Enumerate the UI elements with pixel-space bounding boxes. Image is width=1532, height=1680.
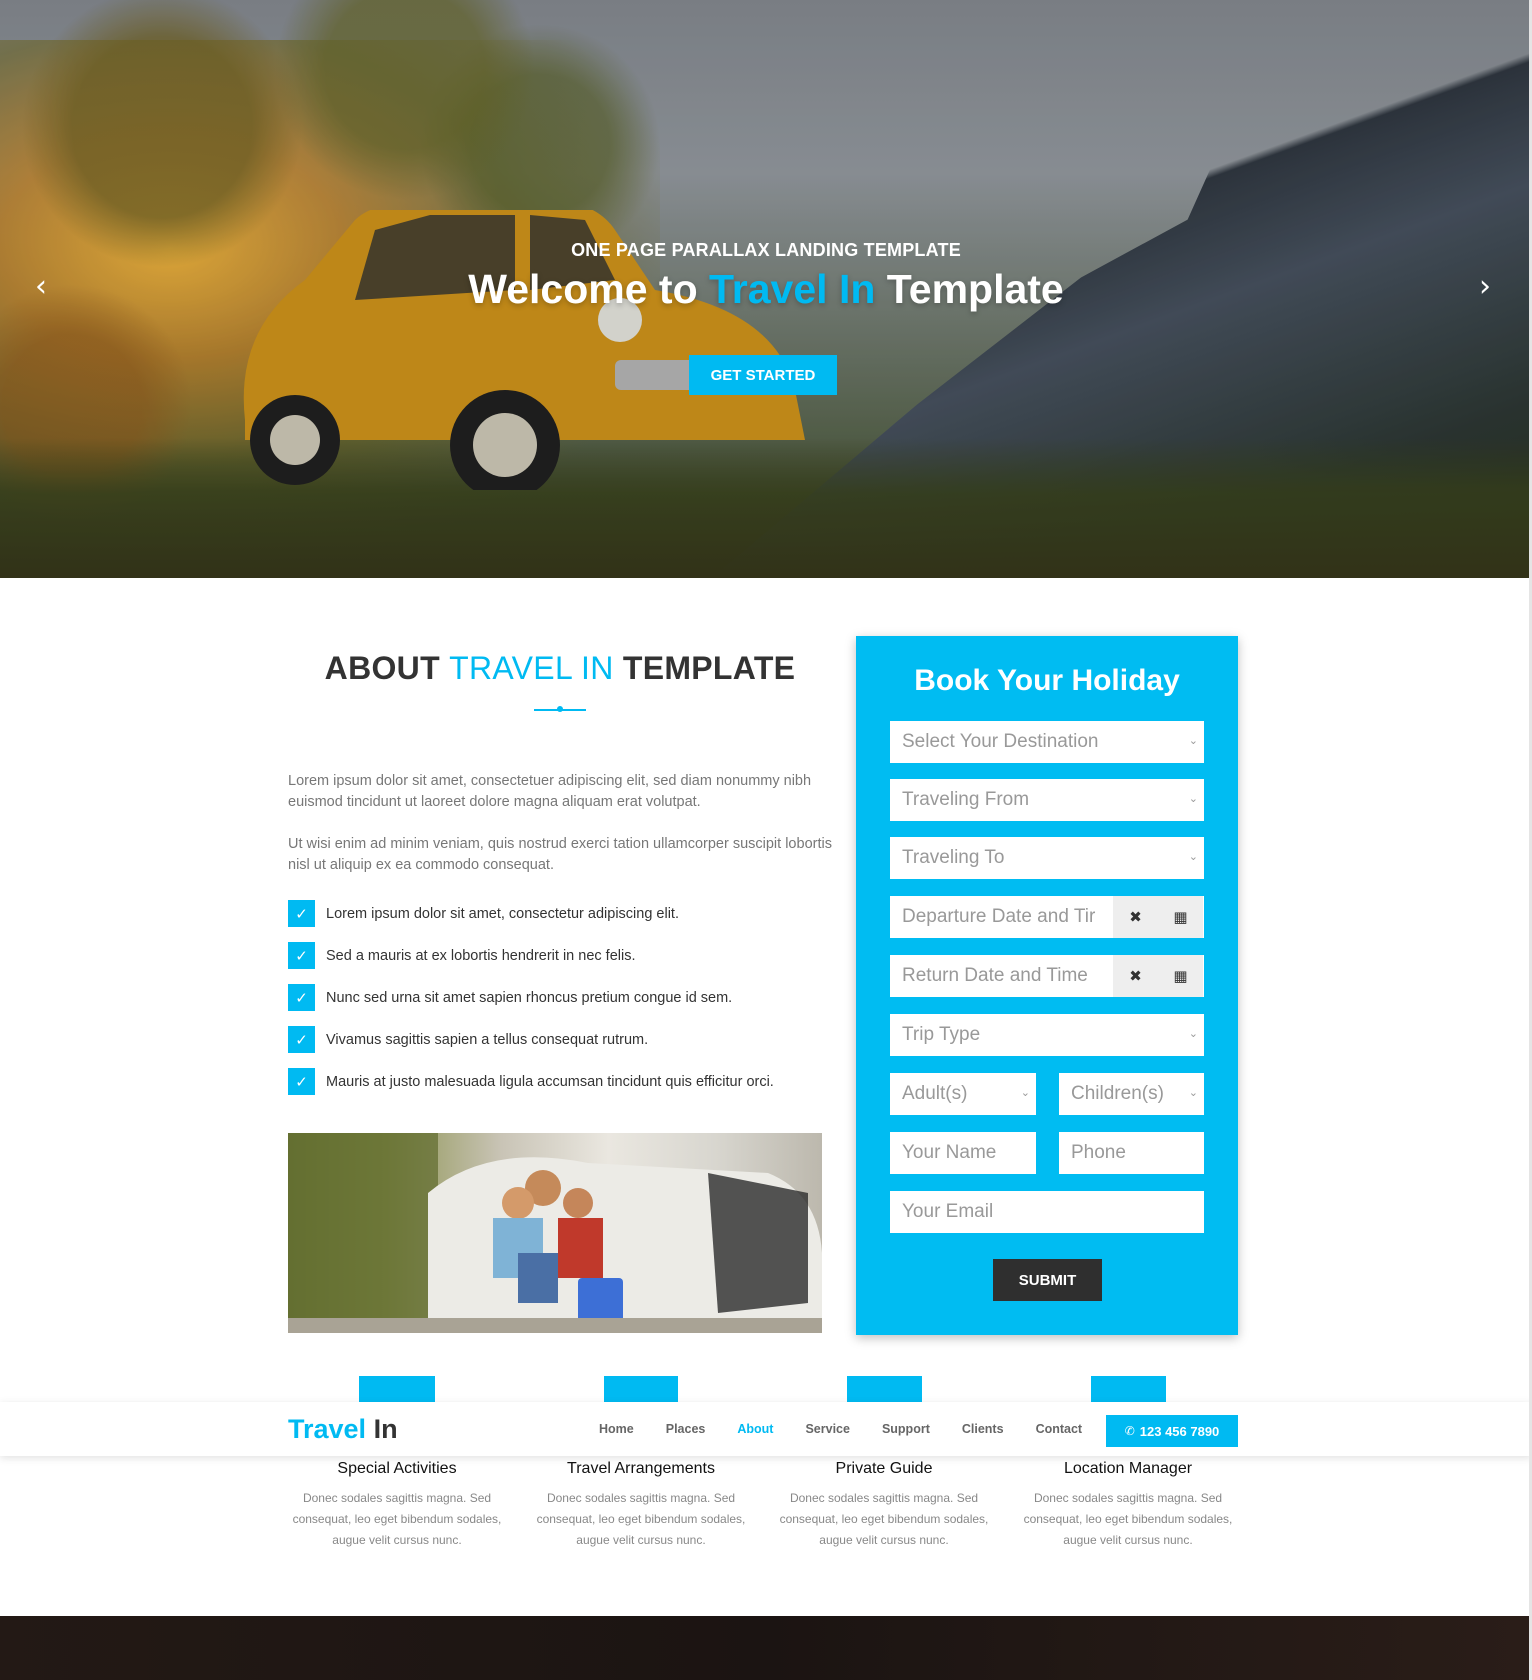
- about-title: ABOUT TRAVEL IN TEMPLATE: [288, 650, 832, 687]
- service-text: Donec sodales sagittis magna. Sed conseq…: [536, 1491, 746, 1547]
- destination-select[interactable]: Select Your Destination ⌄: [890, 721, 1204, 763]
- nav-link-clients[interactable]: Clients: [962, 1422, 1004, 1436]
- about-checklist: ✓ Lorem ipsum dolor sit amet, consectetu…: [288, 900, 848, 1110]
- logo-rest: In: [366, 1414, 398, 1444]
- hero-title-accent: Travel In: [709, 266, 876, 312]
- hero-title-prefix: Welcome to: [468, 266, 710, 312]
- nav-link-support[interactable]: Support: [882, 1422, 930, 1436]
- about-divider: [534, 706, 586, 712]
- hero-title: Welcome to Travel In Template: [0, 266, 1532, 313]
- chevron-down-icon: ⌄: [1188, 1086, 1198, 1099]
- checkmark-icon: ✓: [288, 942, 315, 969]
- trip-type-placeholder: Trip Type: [902, 1024, 981, 1045]
- clear-icon[interactable]: ✖: [1113, 955, 1158, 997]
- booking-title: Book Your Holiday: [914, 664, 1180, 697]
- children-placeholder: Children(s): [1071, 1083, 1164, 1104]
- checklist-item: ✓ Vivamus sagittis sapien a tellus conse…: [288, 1026, 848, 1053]
- traveling-to-select[interactable]: Traveling To ⌄: [890, 837, 1204, 879]
- about-title-suffix: TEMPLATE: [613, 650, 796, 686]
- nav-link-home[interactable]: Home: [599, 1422, 634, 1436]
- adults-select[interactable]: Adult(s) ⌄: [890, 1073, 1036, 1115]
- hero-subtitle: ONE PAGE PARALLAX LANDING TEMPLATE: [571, 240, 961, 260]
- checkmark-icon: ✓: [288, 1068, 315, 1095]
- traveling-from-placeholder: Traveling From: [902, 789, 1030, 810]
- checklist-item-text: Nunc sed urna sit amet sapien rhoncus pr…: [326, 989, 733, 1006]
- chevron-right-icon[interactable]: ›: [1472, 272, 1498, 302]
- chevron-left-icon[interactable]: ‹: [28, 272, 54, 302]
- service-text: Donec sodales sagittis magna. Sed conseq…: [779, 1491, 989, 1547]
- site-logo[interactable]: Travel In: [288, 1414, 398, 1445]
- checkmark-icon: ✓: [288, 1026, 315, 1053]
- nav-links: Home Places About Service Support Client…: [583, 1402, 1098, 1456]
- family-car-illustration: [288, 1133, 822, 1333]
- checkmark-icon: ✓: [288, 984, 315, 1011]
- phone-number: 123 456 7890: [1139, 1423, 1220, 1439]
- service-title: Location Manager: [1063, 1460, 1193, 1477]
- about-title-prefix: ABOUT: [324, 650, 450, 686]
- booking-form: Book Your Holiday Select Your Destinatio…: [856, 636, 1238, 1335]
- get-started-button[interactable]: GET STARTED: [689, 355, 837, 395]
- return-date-field: Return Date and Time ✖ ▦: [890, 955, 1204, 997]
- about-paragraph: Lorem ipsum dolor sit amet, consectetuer…: [288, 773, 812, 810]
- nav-link-about[interactable]: About: [737, 1422, 773, 1436]
- about-family-photo: [288, 1133, 822, 1333]
- service-title: Travel Arrangements: [567, 1460, 715, 1477]
- adults-placeholder: Adult(s): [902, 1083, 968, 1104]
- children-select[interactable]: Children(s) ⌄: [1059, 1073, 1204, 1115]
- about-title-accent: TRAVEL IN: [449, 650, 614, 686]
- destination-select-placeholder: Select Your Destination: [902, 731, 1099, 752]
- hero-title-suffix: Template: [875, 266, 1064, 312]
- traveling-from-select[interactable]: Traveling From ⌄: [890, 779, 1204, 821]
- return-date-input[interactable]: Return Date and Time: [890, 955, 1113, 997]
- about-paragraph: Ut wisi enim ad minim veniam, quis nostr…: [288, 836, 832, 873]
- service-card: Location Manager Donec sodales sagittis …: [1018, 1460, 1238, 1551]
- service-card: Private Guide Donec sodales sagittis mag…: [774, 1460, 994, 1551]
- checkmark-icon: ✓: [288, 900, 315, 927]
- trip-type-select[interactable]: Trip Type ⌄: [890, 1014, 1204, 1056]
- phone-input[interactable]: Phone: [1059, 1132, 1204, 1174]
- nav-link-contact[interactable]: Contact: [1036, 1422, 1083, 1436]
- checklist-item-text: Mauris at justo malesuada ligula accumsa…: [326, 1073, 774, 1090]
- service-card: Travel Arrangements Donec sodales sagitt…: [531, 1460, 751, 1551]
- departure-date-input[interactable]: Departure Date and Tir: [890, 896, 1113, 938]
- chevron-down-icon: ⌄: [1188, 734, 1198, 747]
- guide-icon: [847, 1376, 922, 1402]
- chevron-down-icon: ⌄: [1020, 1086, 1030, 1099]
- next-section-dark-background: [0, 1616, 1532, 1680]
- nav-link-service[interactable]: Service: [805, 1422, 849, 1436]
- chevron-down-icon: ⌄: [1188, 1027, 1198, 1040]
- arrangements-icon: [604, 1376, 678, 1402]
- activities-icon: [359, 1376, 435, 1402]
- departure-date-field: Departure Date and Tir ✖ ▦: [890, 896, 1204, 938]
- clear-icon[interactable]: ✖: [1113, 896, 1158, 938]
- location-icon: [1091, 1376, 1166, 1402]
- service-text: Donec sodales sagittis magna. Sed conseq…: [1023, 1491, 1233, 1547]
- traveling-to-placeholder: Traveling To: [902, 847, 1005, 868]
- service-card: Special Activities Donec sodales sagitti…: [287, 1460, 507, 1551]
- logo-accent: Travel: [288, 1414, 367, 1444]
- sticky-navbar: Travel In Home Places About Service Supp…: [0, 1402, 1532, 1456]
- service-title: Private Guide: [835, 1460, 933, 1477]
- chevron-down-icon: ⌄: [1188, 850, 1198, 863]
- checklist-item-text: Lorem ipsum dolor sit amet, consectetur …: [326, 905, 679, 922]
- checklist-item: ✓ Mauris at justo malesuada ligula accum…: [288, 1068, 848, 1095]
- checklist-item: ✓ Sed a mauris at ex lobortis hendrerit …: [288, 942, 848, 969]
- calendar-icon[interactable]: ▦: [1158, 896, 1203, 938]
- checklist-item: ✓ Lorem ipsum dolor sit amet, consectetu…: [288, 900, 848, 927]
- service-title: Special Activities: [337, 1460, 457, 1477]
- nav-link-places[interactable]: Places: [666, 1422, 706, 1436]
- checklist-item-text: Vivamus sagittis sapien a tellus consequ…: [326, 1031, 649, 1048]
- phone-button[interactable]: ✆ 123 456 7890: [1106, 1415, 1238, 1447]
- checklist-item: ✓ Nunc sed urna sit amet sapien rhoncus …: [288, 984, 848, 1011]
- name-input[interactable]: Your Name: [890, 1132, 1036, 1174]
- checklist-item-text: Sed a mauris at ex lobortis hendrerit in…: [326, 947, 636, 964]
- calendar-icon[interactable]: ▦: [1158, 955, 1203, 997]
- service-text: Donec sodales sagittis magna. Sed conseq…: [292, 1491, 502, 1547]
- chevron-down-icon: ⌄: [1188, 792, 1198, 805]
- phone-icon: ✆: [1124, 1424, 1135, 1438]
- hero-section: ONE PAGE PARALLAX LANDING TEMPLATE Welco…: [0, 0, 1532, 578]
- email-input[interactable]: Your Email: [890, 1191, 1204, 1233]
- submit-button[interactable]: SUBMIT: [993, 1259, 1102, 1301]
